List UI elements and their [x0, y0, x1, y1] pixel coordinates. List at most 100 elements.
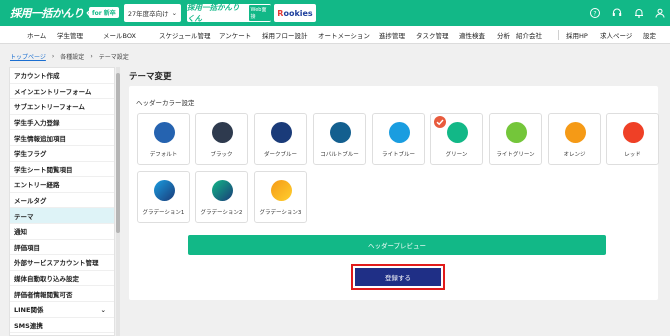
section-label: ヘッダーカラー設定 [136, 99, 195, 107]
nav-schedule[interactable]: スケジュール管理 [159, 30, 211, 40]
sidebar-item-label: LINE関係 [14, 306, 44, 315]
sidebar-item-label: サブエントリーフォーム [14, 103, 85, 112]
theme-option-orange[interactable]: オレンジ [548, 113, 601, 165]
sidebar-item-sheet-fields[interactable]: 学生シート閲覧項目 [10, 162, 114, 178]
breadcrumb: トップページ › 各種設定 › テーマ設定 [10, 52, 129, 61]
swatch-label: グリーン [445, 152, 468, 158]
swatch-color [447, 122, 468, 143]
sidebar-item-label: SMS連携 [14, 321, 43, 330]
sidebar-item-evaluator-visibility[interactable]: 評価者情報閲覧可否 [10, 286, 114, 302]
theme-option-light-green[interactable]: ライトグリーン [489, 113, 542, 165]
sidebar-item-label: 媒体自動取り込み設定 [14, 275, 79, 284]
nav-analysis[interactable]: 分析 [497, 30, 510, 40]
nav-home[interactable]: ホーム [27, 30, 46, 40]
swatch-label: デフォルト [149, 152, 178, 158]
swatch-color [271, 122, 292, 143]
theme-option-default[interactable]: デフォルト [137, 113, 190, 165]
nav-recruit-hp[interactable]: 採用HP [566, 30, 588, 40]
scrollbar-thumb[interactable] [116, 73, 120, 233]
sidebar-item-label: 学生情報追加項目 [14, 134, 66, 143]
swatch-color [565, 122, 586, 143]
sidebar-item-manual-registration[interactable]: 学生手入力登録 [10, 115, 114, 131]
theme-option-dark-blue[interactable]: ダークブルー [254, 113, 307, 165]
sidebar-item-external-accounts[interactable]: 外部サービスアカウント管理 [10, 255, 114, 271]
rookies-link[interactable]: Rookies [274, 4, 316, 22]
swatch-label: グラデーション3 [259, 210, 302, 216]
theme-option-gradient-1[interactable]: グラデーション1 [137, 171, 190, 223]
swatch-color [623, 122, 644, 143]
sidebar-item-media-import[interactable]: 媒体自動取り込み設定 [10, 271, 114, 287]
sidebar-item-notifications[interactable]: 通知 [10, 224, 114, 240]
web-interview-link[interactable]: 採用一括かんりくん Web面接 [187, 3, 271, 23]
nav-students[interactable]: 学生管理 [57, 30, 83, 40]
swatch-color [506, 122, 527, 143]
sidebar-item-entry-routes[interactable]: エントリー経路 [10, 177, 114, 193]
swatch-label: ライトブルー [381, 152, 415, 158]
sidebar-item-label: 評価者情報閲覧可否 [14, 290, 73, 299]
sidebar-scrollbar[interactable] [116, 67, 120, 336]
nav-settings[interactable]: 設定 [643, 30, 656, 40]
sidebar-item-evaluation[interactable]: 評価項目 [10, 240, 114, 256]
year-select[interactable]: 27年度卒向け ⌄ [124, 4, 181, 22]
nav-job-page[interactable]: 求人ページ [600, 30, 632, 40]
sidebar-item-label: エントリー経路 [14, 181, 60, 190]
breadcrumb-settings: 各種設定 [60, 54, 85, 61]
header-preview-label: ヘッダープレビュー [367, 242, 427, 250]
sidebar-item-account[interactable]: アカウント作成 [10, 68, 114, 84]
rookies-logo-rest: ookies [283, 8, 313, 18]
theme-option-cobalt-blue[interactable]: コバルトブルー [313, 113, 366, 165]
nav-flow[interactable]: 採用フロー設計 [262, 30, 308, 40]
user-icon[interactable] [654, 7, 666, 19]
chevron-down-icon: ⌄ [100, 305, 106, 314]
web-interview-logo-text: 採用一括かんりくん [187, 3, 240, 23]
swatch-color [212, 122, 233, 143]
breadcrumb-separator-icon: › [90, 53, 93, 60]
sidebar-item-sub-entry-form[interactable]: サブエントリーフォーム [10, 99, 114, 115]
swatch-label: ライトグリーン [496, 152, 535, 158]
bell-icon[interactable] [633, 7, 645, 19]
nav-mailbox[interactable]: メールBOX [103, 30, 136, 40]
sidebar-item-sms[interactable]: SMS連携 [10, 318, 114, 334]
sidebar-item-theme[interactable]: テーマ [10, 208, 114, 224]
page-title: テーマ変更 [129, 72, 172, 82]
support-icon[interactable] [611, 7, 623, 19]
settings-sidebar: アカウント作成 メインエントリーフォーム サブエントリーフォーム 学生手入力登録… [9, 67, 115, 336]
header-preview-button[interactable]: ヘッダープレビュー [188, 235, 606, 255]
swatch-color [271, 180, 292, 201]
sidebar-item-label: メールタグ [14, 197, 47, 206]
svg-text:?: ? [593, 10, 596, 17]
sidebar-item-label: メインエントリーフォーム [14, 87, 92, 96]
sidebar-item-main-entry-form[interactable]: メインエントリーフォーム [10, 84, 114, 100]
nav-tasks[interactable]: タスク管理 [416, 30, 449, 40]
chevron-down-icon: ⌄ [171, 9, 178, 17]
swatch-label: コバルトブルー [320, 152, 359, 158]
sidebar-item-mail-tags[interactable]: メールタグ [10, 193, 114, 209]
nav-divider [558, 30, 559, 40]
swatch-color [154, 180, 175, 201]
nav-agencies[interactable]: 紹介会社 [516, 30, 542, 40]
nav-automation[interactable]: オートメーション [318, 30, 370, 40]
breadcrumb-home[interactable]: トップページ [10, 52, 46, 61]
help-icon[interactable]: ? [589, 7, 601, 19]
register-button[interactable]: 登録する [355, 268, 441, 286]
sidebar-item-label: 評価項目 [14, 243, 40, 252]
selected-check-icon [434, 116, 446, 128]
register-button-label: 登録する [385, 274, 411, 282]
nav-progress[interactable]: 進捗管理 [379, 30, 405, 40]
nav-aptitude[interactable]: 適性検査 [459, 30, 485, 40]
sidebar-item-student-flags[interactable]: 学生フラグ [10, 146, 114, 162]
sidebar-item-student-fields[interactable]: 学生情報追加項目 [10, 130, 114, 146]
theme-option-red[interactable]: レッド [606, 113, 659, 165]
theme-option-gradient-2[interactable]: グラデーション2 [195, 171, 248, 223]
breadcrumb-current: テーマ設定 [98, 54, 129, 61]
brand-badge: for 新卒 [89, 7, 119, 18]
theme-option-black[interactable]: ブラック [195, 113, 248, 165]
nav-survey[interactable]: アンケート [219, 30, 251, 40]
sidebar-item-label: 学生シート閲覧項目 [14, 165, 73, 174]
sidebar-item-line[interactable]: LINE関係 ⌄ [10, 302, 114, 318]
swatch-color [212, 180, 233, 201]
swatch-color [330, 122, 351, 143]
theme-option-gradient-3[interactable]: グラデーション3 [254, 171, 307, 223]
sidebar-item-label: 学生手入力登録 [14, 119, 60, 128]
theme-option-light-blue[interactable]: ライトブルー [372, 113, 425, 165]
